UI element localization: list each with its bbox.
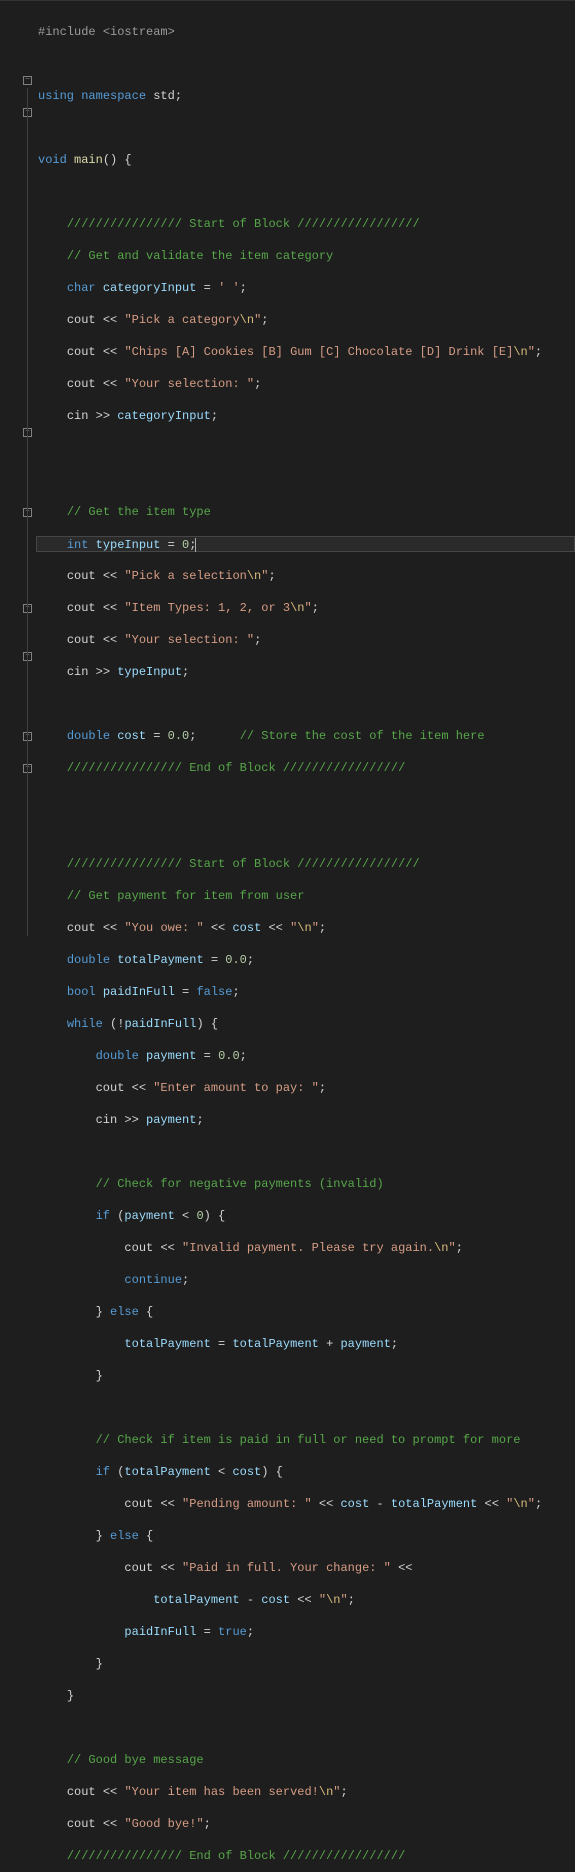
fold-toggle-icon[interactable]: − [23,76,32,85]
code-area[interactable]: #include <iostream> using namespace std;… [36,1,575,936]
code-editor[interactable]: − − − − − − [0,0,575,936]
current-line: int typeInput = 0; [36,536,575,552]
gutter: − − − − − − [0,1,36,936]
text-cursor [195,538,196,552]
preprocessor: #include [38,25,103,39]
